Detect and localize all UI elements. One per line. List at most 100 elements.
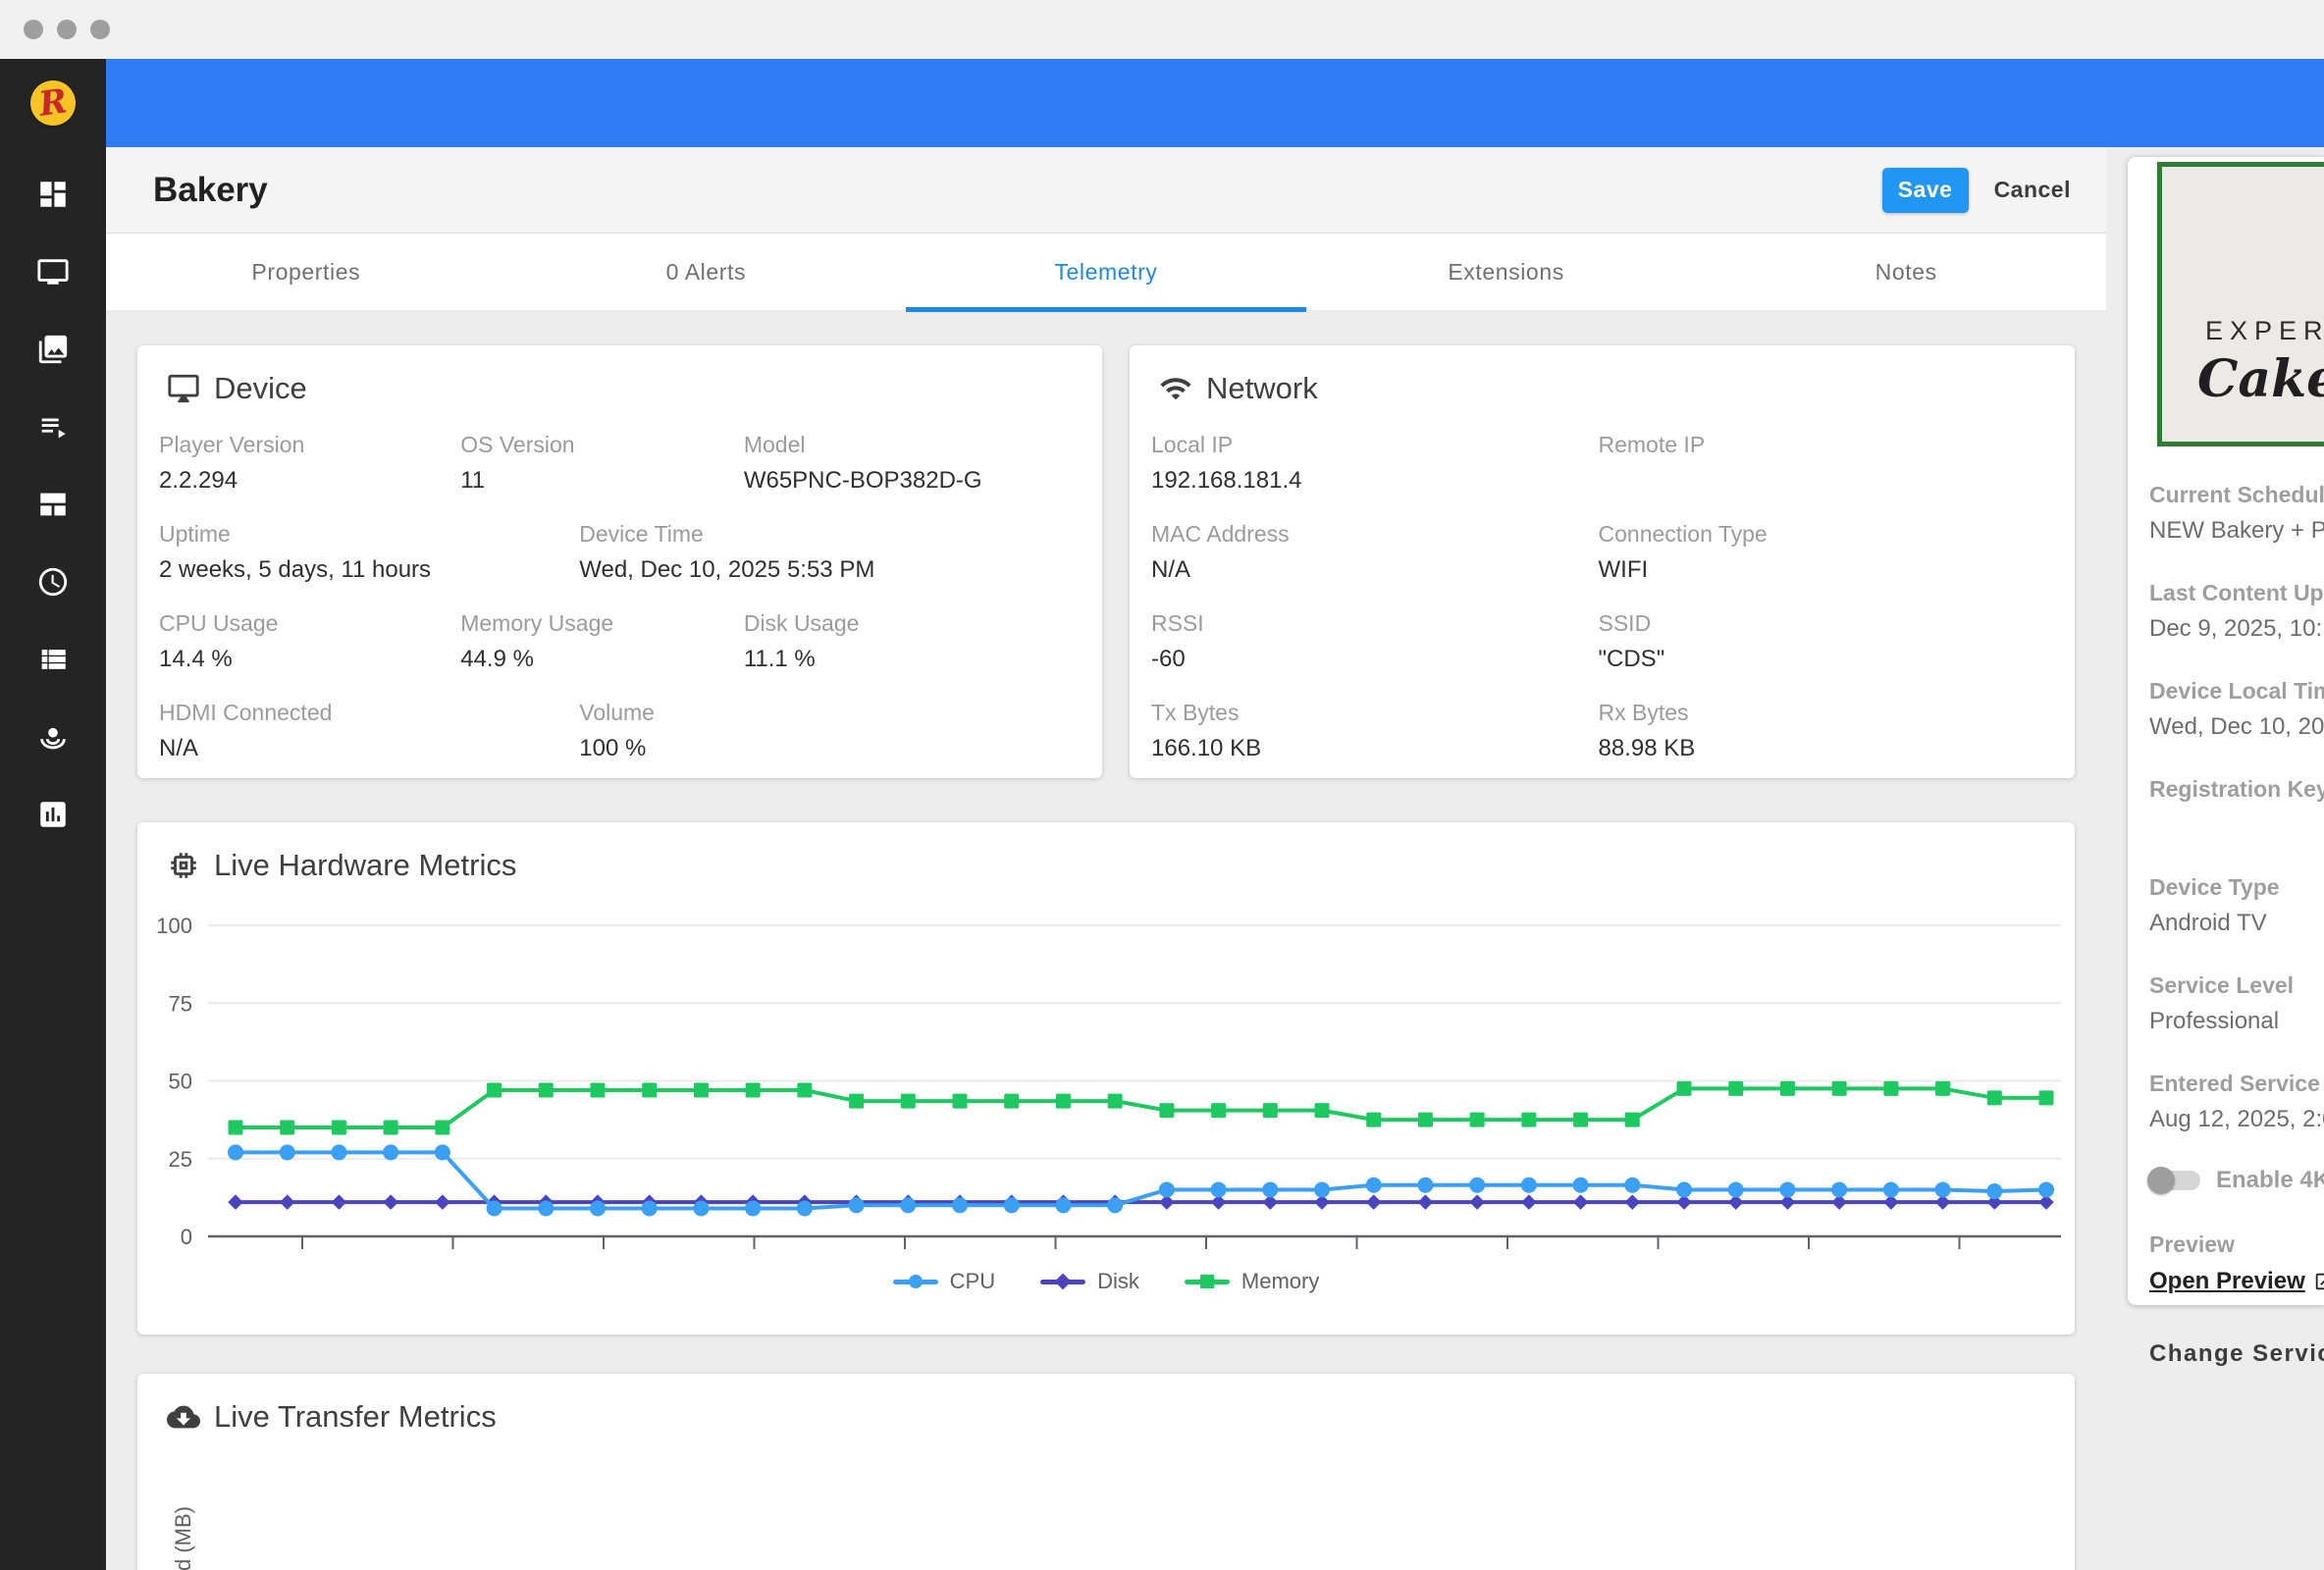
panel-field-value: Professional bbox=[2149, 1008, 2324, 1035]
tab-label: Telemetry bbox=[1054, 259, 1157, 286]
telemetry-content: Device Player Version2.2.294OS Version11… bbox=[106, 312, 2106, 1570]
preview-thumbnail-text-1: EXPERT bbox=[2205, 316, 2324, 346]
main-content: Bakery Save Cancel Properties 0 Alerts Tel… bbox=[106, 147, 2106, 1570]
tab-properties[interactable]: Properties bbox=[106, 234, 506, 310]
panel-field-value: NEW Bakery + Perso bbox=[2149, 517, 2324, 545]
data-point-memory bbox=[1004, 1094, 1019, 1109]
panel-field-label: Entered Service bbox=[2149, 1071, 2320, 1097]
sidebar-item-media-library[interactable] bbox=[0, 310, 106, 388]
sidebar-item-screens[interactable] bbox=[0, 233, 106, 310]
preview-thumbnail-text-2: Cake bbox=[2197, 349, 2324, 409]
window-dot-1[interactable] bbox=[24, 20, 43, 39]
page-header: Bakery Save Cancel bbox=[106, 147, 2106, 234]
field-row: MAC AddressN/AConnection TypeWIFI bbox=[1151, 521, 2045, 584]
data-point-memory bbox=[280, 1121, 294, 1135]
panel-field-value: Wed, Dec 10, 2025 5 bbox=[2149, 713, 2324, 741]
change-service-level-button[interactable]: Change Service L bbox=[2149, 1340, 2324, 1368]
media-library-icon bbox=[36, 333, 70, 366]
tab-notes[interactable]: Notes bbox=[1706, 234, 2106, 310]
cancel-button[interactable]: Cancel bbox=[1994, 177, 2071, 203]
data-point-cpu bbox=[1779, 1181, 1795, 1197]
panel-field-entered-service: Entered Service Aug 12, 2025, 2:09:2 bbox=[2149, 1071, 2324, 1133]
y-axis-tick-label: 25 bbox=[169, 1147, 192, 1172]
data-point-disk bbox=[1469, 1194, 1485, 1210]
field-row: Local IP192.168.181.4Remote IP bbox=[1151, 432, 2045, 495]
field-label: Volume bbox=[579, 700, 1073, 726]
tab-0-alerts[interactable]: 0 Alerts bbox=[506, 234, 907, 310]
legend-marker-diamond-icon bbox=[1040, 1273, 1085, 1290]
field-value bbox=[1599, 467, 2046, 495]
data-point-memory bbox=[1780, 1081, 1795, 1096]
window-dot-3[interactable] bbox=[90, 20, 110, 39]
field-value: 11.1 % bbox=[744, 646, 1073, 673]
field-volume: Volume100 % bbox=[579, 700, 1073, 762]
data-point-cpu bbox=[590, 1200, 606, 1216]
window-controls[interactable] bbox=[24, 20, 110, 39]
field-label: Player Version bbox=[159, 432, 460, 458]
field-ssid: SSID"CDS" bbox=[1599, 610, 2046, 673]
sidebar-item-playlists[interactable] bbox=[0, 388, 106, 465]
data-point-disk bbox=[383, 1194, 398, 1210]
data-point-disk bbox=[1418, 1194, 1434, 1210]
sidebar-item-remote-control[interactable] bbox=[0, 698, 106, 775]
hardware-metrics-title: Live Hardware Metrics bbox=[214, 848, 516, 883]
enable-4k-toggle[interactable] bbox=[2149, 1171, 2200, 1190]
field-value: -60 bbox=[1151, 646, 1599, 673]
data-point-cpu bbox=[280, 1144, 295, 1160]
data-point-disk bbox=[1625, 1194, 1641, 1210]
sidebar-item-schedules[interactable] bbox=[0, 543, 106, 620]
panel-field-label: Service Level bbox=[2149, 972, 2294, 999]
data-point-cpu bbox=[797, 1200, 813, 1216]
field-label: OS Version bbox=[460, 432, 744, 458]
panel-field-value: Aug 12, 2025, 2:09:2 bbox=[2149, 1106, 2324, 1133]
data-point-cpu bbox=[952, 1197, 968, 1213]
field-label: Local IP bbox=[1151, 432, 1599, 458]
field-label: Rx Bytes bbox=[1599, 700, 2046, 726]
sidebar-item-dashboard[interactable] bbox=[0, 155, 106, 233]
window-dot-2[interactable] bbox=[57, 20, 77, 39]
field-value: 44.9 % bbox=[460, 646, 744, 673]
field-label: HDMI Connected bbox=[159, 700, 579, 726]
open-preview-link[interactable]: Open Preview bbox=[2149, 1268, 2324, 1295]
panel-field-value: Dec 9, 2025, 10:16:3 bbox=[2149, 615, 2324, 643]
active-tab-underline bbox=[906, 307, 1306, 312]
data-point-memory bbox=[1521, 1113, 1536, 1127]
device-fields: Player Version2.2.294OS Version11ModelW6… bbox=[137, 414, 1102, 762]
tab-telemetry[interactable]: Telemetry bbox=[906, 234, 1306, 310]
data-point-cpu bbox=[2038, 1181, 2054, 1197]
app-logo-letter: R bbox=[37, 84, 70, 122]
chart-series-cpu bbox=[228, 1144, 2054, 1216]
preview-thumbnail[interactable]: EXPERT Cake bbox=[2157, 162, 2324, 446]
sidebar-item-analytics[interactable] bbox=[0, 775, 106, 853]
legend-marker-circle-icon bbox=[893, 1273, 938, 1290]
panel-fields: Current ScheduleNEW Bakery + PersoLast C… bbox=[2149, 482, 2324, 1133]
data-point-memory bbox=[539, 1083, 554, 1098]
device-details-panel: EXPERT Cake Current ScheduleNEW Bakery +… bbox=[2128, 157, 2324, 1305]
sidebar-item-reports[interactable] bbox=[0, 620, 106, 698]
data-point-cpu bbox=[331, 1144, 346, 1160]
field-rssi: RSSI-60 bbox=[1151, 610, 1599, 673]
cpu-chip-icon bbox=[167, 849, 200, 882]
app-logo[interactable]: R bbox=[30, 80, 76, 126]
legend-item-cpu[interactable]: CPU bbox=[893, 1269, 995, 1294]
tab-label: 0 Alerts bbox=[666, 259, 747, 286]
sidebar-item-layouts[interactable] bbox=[0, 465, 106, 543]
legend-label: Memory bbox=[1241, 1269, 1319, 1294]
data-point-disk bbox=[1366, 1194, 1382, 1210]
reports-icon bbox=[36, 643, 70, 676]
panel-field-label: Device Local Time bbox=[2149, 678, 2324, 705]
external-link-icon bbox=[2313, 1271, 2324, 1292]
data-point-disk bbox=[435, 1194, 450, 1210]
data-point-memory bbox=[2039, 1090, 2054, 1105]
data-point-cpu bbox=[1935, 1181, 1951, 1197]
network-wifi-icon bbox=[1159, 372, 1192, 405]
tab-extensions[interactable]: Extensions bbox=[1306, 234, 1707, 310]
hardware-metrics-chart-svg: 0255075100 bbox=[147, 895, 2088, 1262]
legend-item-disk[interactable]: Disk bbox=[1040, 1269, 1139, 1294]
field-label: CPU Usage bbox=[159, 610, 460, 637]
field-value: "CDS" bbox=[1599, 646, 2046, 673]
field-label: Tx Bytes bbox=[1151, 700, 1599, 726]
data-point-memory bbox=[694, 1083, 709, 1098]
legend-item-memory[interactable]: Memory bbox=[1185, 1269, 1319, 1294]
save-button[interactable]: Save bbox=[1882, 168, 1969, 213]
